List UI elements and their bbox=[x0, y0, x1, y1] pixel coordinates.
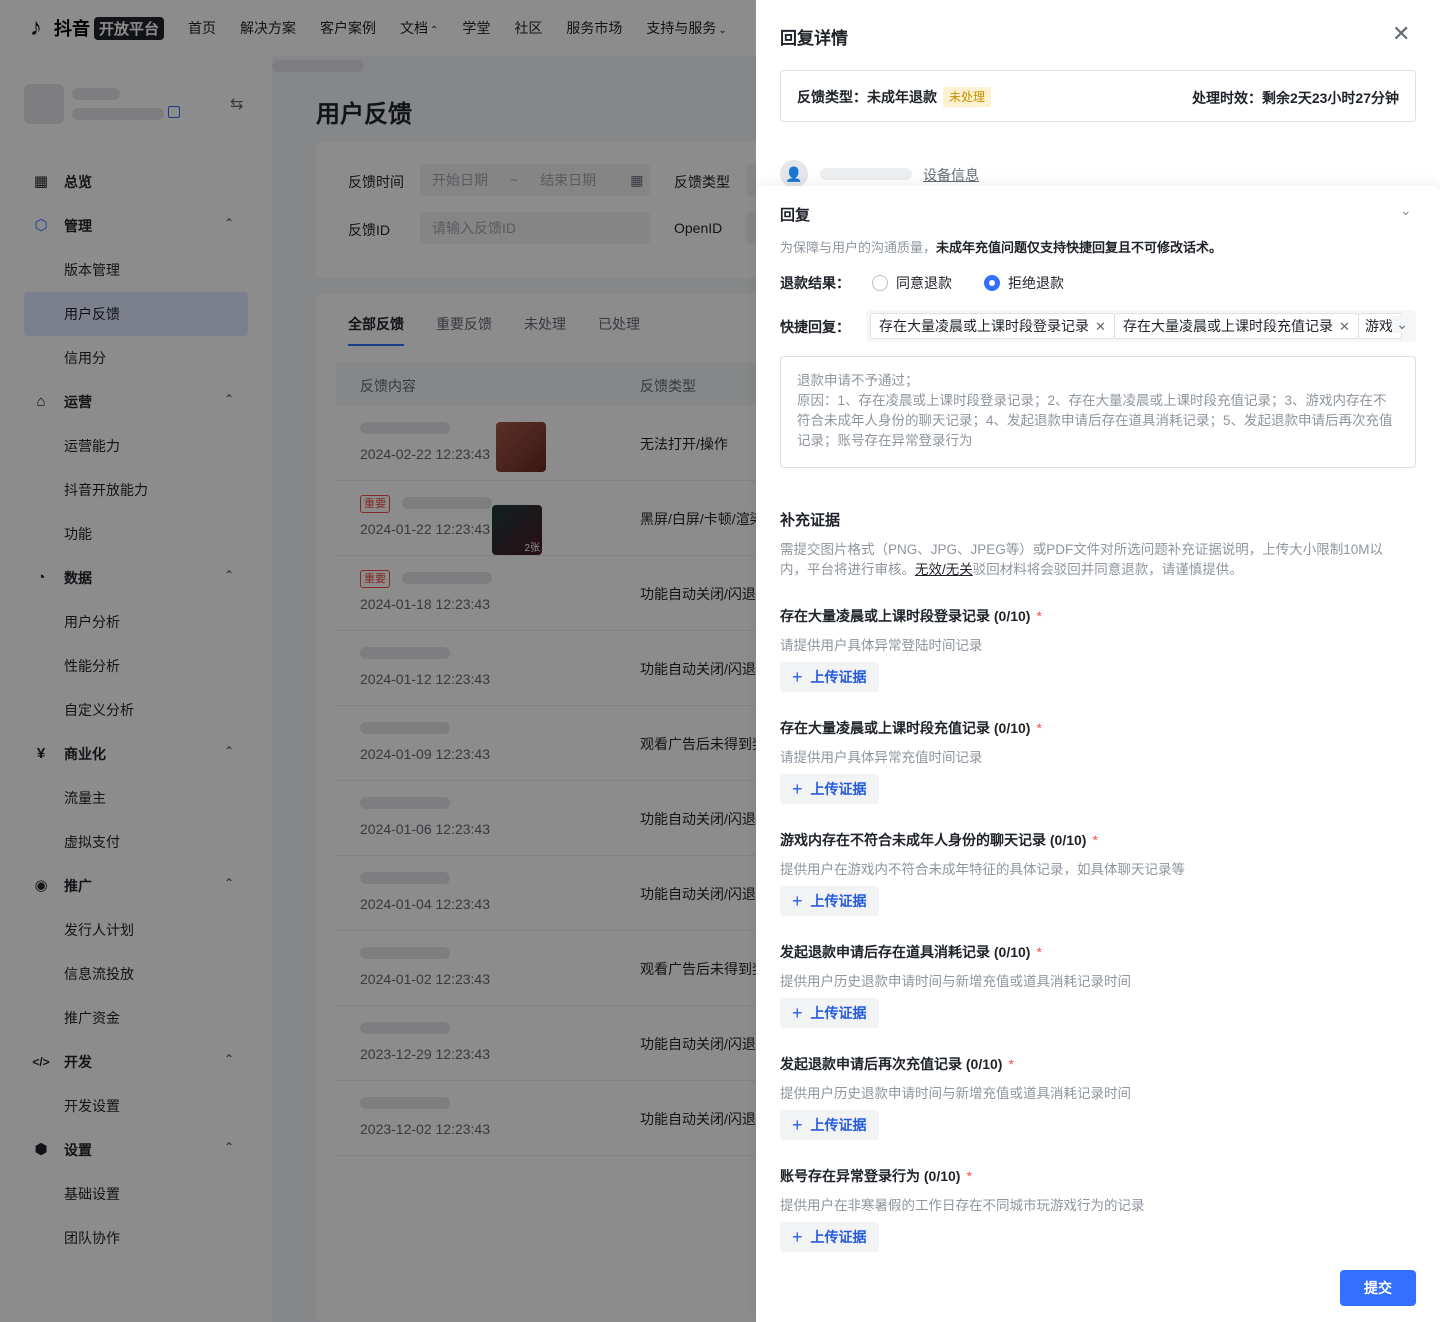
evidence-item-name: 发起退款申请后存在道具消耗记录 (0/10) bbox=[780, 944, 1031, 960]
close-icon[interactable]: ✕ bbox=[1339, 319, 1350, 334]
quick-reply-select[interactable]: 存在大量凌晨或上课时段登录记录 ✕ 存在大量凌晨或上课时段充值记录 ✕ 游戏 ⌄ bbox=[866, 310, 1416, 342]
user-name-placeholder bbox=[820, 168, 912, 180]
required-asterisk: * bbox=[1036, 720, 1042, 736]
quick-reply-row: 快捷回复： 存在大量凌晨或上课时段登录记录 ✕ 存在大量凌晨或上课时段充值记录 ✕ … bbox=[780, 310, 1416, 342]
plus-icon: + bbox=[792, 1003, 803, 1023]
evidence-item-name: 账号存在异常登录行为 (0/10) bbox=[780, 1168, 961, 1184]
evidence-desc-2: 驳回材料将会驳回并同意退款，请谨慎提供。 bbox=[972, 562, 1243, 577]
reject-refund-label[interactable]: 拒绝退款 bbox=[1008, 273, 1064, 293]
evidence-item: 游戏内存在不符合未成年人身份的聊天记录 (0/10) * 提供用户在游戏内不符合未成… bbox=[780, 830, 1410, 930]
upload-label: 上传证据 bbox=[810, 1117, 867, 1133]
evidence-item-hint: 提供用户历史退款申请时间与新增充值或道具消耗记录时间 bbox=[780, 974, 1131, 989]
chip-label: 存在大量凌晨或上课时段充值记录 bbox=[1123, 318, 1333, 334]
status-badge: 未处理 bbox=[943, 87, 992, 107]
radio-agree-refund[interactable] bbox=[872, 275, 888, 291]
evidence-item-title: 发起退款申请后再次充值记录 (0/10) * bbox=[780, 1054, 1014, 1074]
evidence-item-title: 存在大量凌晨或上课时段登录记录 (0/10) * bbox=[780, 606, 1042, 626]
evidence-item: 账号存在异常登录行为 (0/10) * 提供用户在非寒暑假的工作日存在不同城市玩游戏… bbox=[780, 1166, 1410, 1266]
evidence-item-hint: 提供用户在非寒暑假的工作日存在不同城市玩游戏行为的记录 bbox=[780, 1198, 1145, 1213]
reply-desc-bold: 未成年充值问题仅支持快捷回复且不可修改话术。 bbox=[936, 240, 1223, 255]
feedback-info-card: 反馈类型：未成年退款 未处理 处理时效：剩余2天23小时27分钟 bbox=[780, 70, 1416, 122]
upload-evidence-button[interactable]: + 上传证据 bbox=[780, 662, 879, 692]
upload-evidence-button[interactable]: + 上传证据 bbox=[780, 886, 879, 916]
evidence-description: 需提交图片格式（PNG、JPG、JPEG等）或PDF文件对所选问题补充证据说明，… bbox=[780, 540, 1410, 580]
chip-label: 存在大量凌晨或上课时段登录记录 bbox=[879, 318, 1089, 334]
evidence-item-hint: 请提供用户具体异常登陆时间记录 bbox=[780, 638, 983, 653]
plus-icon: + bbox=[792, 1115, 803, 1135]
user-avatar-icon: 👤 bbox=[780, 160, 808, 188]
refund-result-group: 退款结果： 同意退款 拒绝退款 bbox=[780, 273, 1096, 293]
chevron-down-icon: ⌄ bbox=[1392, 316, 1408, 333]
evidence-item-title: 存在大量凌晨或上课时段充值记录 (0/10) * bbox=[780, 718, 1042, 738]
evidence-item-hint: 请提供用户具体异常充值时间记录 bbox=[780, 750, 983, 765]
evidence-item: 发起退款申请后存在道具消耗记录 (0/10) * 提供用户历史退款申请时间与新增充值… bbox=[780, 942, 1410, 1042]
quick-reply-chip: 存在大量凌晨或上课时段充值记录 ✕ bbox=[1114, 313, 1359, 339]
reply-description: 为保障与用户的沟通质量，未成年充值问题仅支持快捷回复且不可修改话术。 bbox=[780, 237, 1222, 256]
reply-message-line: 原因：1、存在凌晨或上课时段登录记录；2、存在大量凌晨或上课时段充值记录；3、游… bbox=[797, 393, 1393, 448]
refund-result-label: 退款结果： bbox=[780, 275, 850, 291]
submit-button[interactable]: 提交 bbox=[1340, 1270, 1416, 1306]
evidence-desc-link: 无效/无关 bbox=[915, 562, 973, 577]
reply-desc-prefix: 为保障与用户的沟通质量， bbox=[780, 240, 937, 255]
required-asterisk: * bbox=[1008, 1056, 1014, 1072]
close-icon[interactable]: ✕ bbox=[1095, 319, 1106, 334]
reply-message-textarea[interactable]: 退款申请不予通过； 原因：1、存在凌晨或上课时段登录记录；2、存在大量凌晨或上课… bbox=[780, 356, 1416, 468]
upload-label: 上传证据 bbox=[810, 781, 867, 797]
upload-evidence-button[interactable]: + 上传证据 bbox=[780, 1110, 879, 1140]
upload-label: 上传证据 bbox=[810, 1005, 867, 1021]
required-asterisk: * bbox=[1036, 608, 1042, 624]
reply-card: 回复 ⌄ 为保障与用户的沟通质量，未成年充值问题仅支持快捷回复且不可修改话术。 … bbox=[756, 186, 1440, 1322]
plus-icon: + bbox=[792, 779, 803, 799]
upload-label: 上传证据 bbox=[810, 669, 867, 685]
chip-label: 游戏 bbox=[1365, 318, 1393, 334]
evidence-item: 发起退款申请后再次充值记录 (0/10) * 提供用户历史退款申请时间与新增充值或道… bbox=[780, 1054, 1410, 1154]
evidence-item-name: 存在大量凌晨或上课时段登录记录 (0/10) bbox=[780, 608, 1031, 624]
close-icon[interactable]: ✕ bbox=[1392, 22, 1410, 46]
reply-message-line: 退款申请不予通过； bbox=[797, 373, 919, 388]
evidence-item-name: 发起退款申请后再次充值记录 (0/10) bbox=[780, 1056, 1003, 1072]
reply-detail-drawer: 回复详情 ✕ 反馈类型：未成年退款 未处理 处理时效：剩余2天23小时27分钟 … bbox=[756, 0, 1440, 1322]
plus-icon: + bbox=[792, 1227, 803, 1247]
chevron-down-icon[interactable]: ⌄ bbox=[1400, 202, 1412, 219]
upload-evidence-button[interactable]: + 上传证据 bbox=[780, 998, 879, 1028]
agree-refund-label[interactable]: 同意退款 bbox=[896, 273, 952, 293]
plus-icon: + bbox=[792, 667, 803, 687]
radio-reject-refund[interactable] bbox=[984, 275, 1000, 291]
required-asterisk: * bbox=[1092, 832, 1098, 848]
evidence-section-title: 补充证据 bbox=[780, 512, 841, 529]
required-asterisk: * bbox=[1036, 944, 1042, 960]
user-row: 👤 设备信息 bbox=[780, 160, 1180, 188]
evidence-item-title: 游戏内存在不符合未成年人身份的聊天记录 (0/10) * bbox=[780, 830, 1098, 850]
required-asterisk: * bbox=[966, 1168, 972, 1184]
drawer-title: 回复详情 bbox=[780, 29, 848, 48]
deadline-text: 处理时效：剩余2天23小时27分钟 bbox=[1192, 90, 1399, 106]
evidence-item-name: 游戏内存在不符合未成年人身份的聊天记录 (0/10) bbox=[780, 832, 1087, 848]
evidence-item-hint: 提供用户历史退款申请时间与新增充值或道具消耗记录时间 bbox=[780, 1086, 1131, 1101]
quick-reply-label: 快捷回复： bbox=[780, 319, 850, 335]
evidence-item-name: 存在大量凌晨或上课时段充值记录 (0/10) bbox=[780, 720, 1031, 736]
evidence-item-hint: 提供用户在游戏内不符合未成年特征的具体记录，如具体聊天记录等 bbox=[780, 862, 1185, 877]
evidence-item: 存在大量凌晨或上课时段充值记录 (0/10) * 请提供用户具体异常充值时间记录 + 上… bbox=[780, 718, 1410, 818]
evidence-item-title: 账号存在异常登录行为 (0/10) * bbox=[780, 1166, 972, 1186]
device-info-link[interactable]: 设备信息 bbox=[923, 165, 979, 185]
upload-label: 上传证据 bbox=[810, 1229, 867, 1245]
reply-section-title: 回复 bbox=[780, 207, 811, 224]
upload-evidence-button[interactable]: + 上传证据 bbox=[780, 1222, 879, 1252]
evidence-item-title: 发起退款申请后存在道具消耗记录 (0/10) * bbox=[780, 942, 1042, 962]
feedback-type-text: 反馈类型：未成年退款 bbox=[797, 89, 937, 105]
upload-label: 上传证据 bbox=[810, 893, 867, 909]
upload-evidence-button[interactable]: + 上传证据 bbox=[780, 774, 879, 804]
evidence-item: 存在大量凌晨或上课时段登录记录 (0/10) * 请提供用户具体异常登陆时间记录 + 上… bbox=[780, 606, 1410, 706]
quick-reply-chip: 存在大量凌晨或上课时段登录记录 ✕ bbox=[870, 313, 1115, 339]
plus-icon: + bbox=[792, 891, 803, 911]
